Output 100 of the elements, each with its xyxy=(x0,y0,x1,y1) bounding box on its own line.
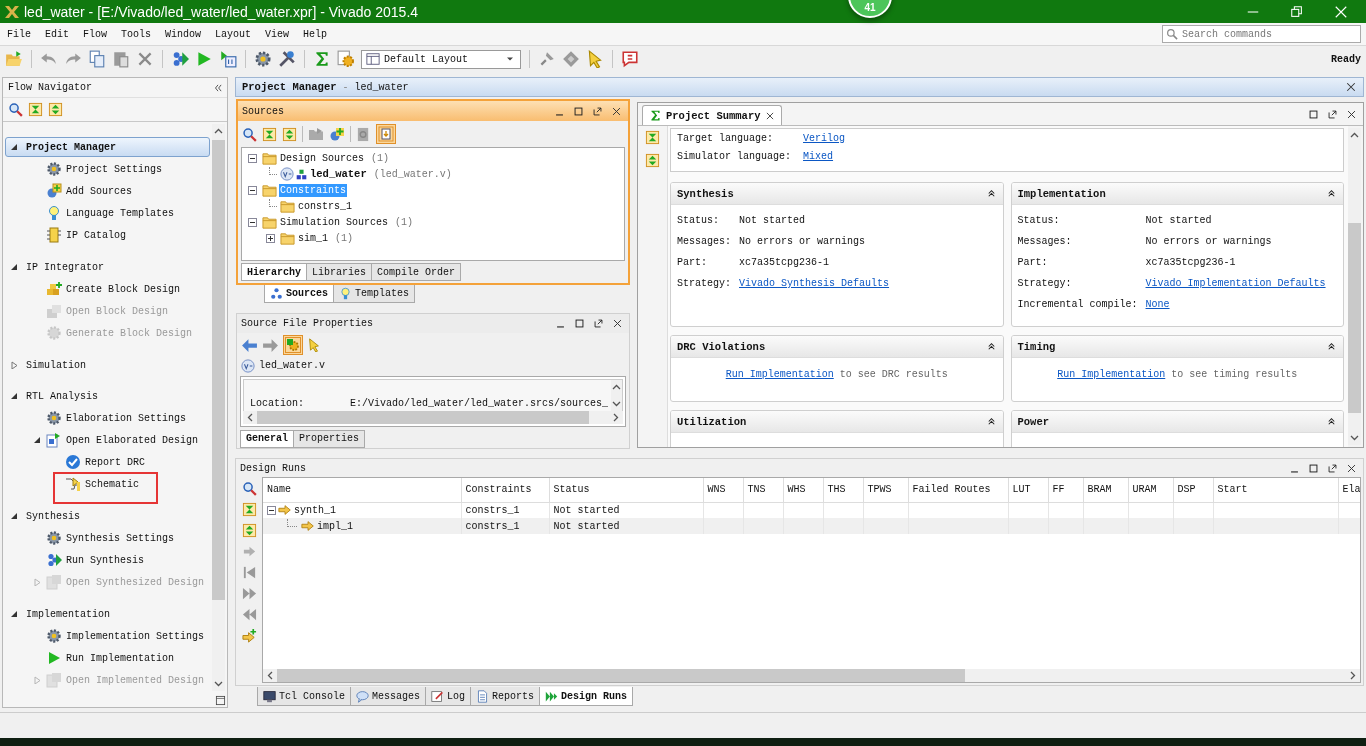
delete-icon[interactable] xyxy=(136,50,154,68)
maximize-icon[interactable] xyxy=(574,318,585,330)
column-header[interactable]: TNS xyxy=(743,478,783,502)
view-tab[interactable]: Compile Order xyxy=(371,263,462,281)
settings-icon[interactable] xyxy=(254,50,272,68)
close-icon[interactable] xyxy=(1345,81,1357,93)
tree-node[interactable]: sim_1 xyxy=(297,231,329,245)
tree-node[interactable]: constrs_1 xyxy=(297,199,353,213)
menu-item[interactable]: Layout xyxy=(208,28,259,40)
nav-item[interactable]: Implementation Settings xyxy=(3,625,212,647)
paste-icon[interactable] xyxy=(112,50,130,68)
nav-item[interactable]: IP Catalog xyxy=(3,224,212,246)
close-icon[interactable] xyxy=(1346,108,1357,120)
vertical-scrollbar[interactable] xyxy=(212,124,225,691)
scroll-down-icon[interactable] xyxy=(214,679,223,688)
scroll-right-icon[interactable] xyxy=(1348,671,1357,680)
document-icon[interactable] xyxy=(356,126,371,142)
maximize-icon[interactable] xyxy=(1308,108,1319,120)
column-header[interactable]: WHS xyxy=(783,478,823,502)
properties-tab[interactable]: General xyxy=(240,430,294,448)
expanded-arrow-icon[interactable] xyxy=(10,392,18,400)
float-icon[interactable] xyxy=(592,105,603,117)
collapse-icon[interactable] xyxy=(1326,188,1337,199)
pin-icon[interactable] xyxy=(538,50,556,68)
tree-node[interactable]: Design Sources xyxy=(279,151,365,165)
menu-item[interactable]: Window xyxy=(158,28,209,40)
menu-item[interactable]: Tools xyxy=(114,28,159,40)
search-icon[interactable] xyxy=(242,126,257,142)
minus-box-icon[interactable] xyxy=(247,217,257,227)
link[interactable]: Run Implementation xyxy=(1057,369,1166,380)
gear-icon[interactable] xyxy=(337,50,355,68)
menu-item[interactable]: View xyxy=(258,28,297,40)
collapse-all-icon[interactable] xyxy=(645,130,660,145)
section-header[interactable]: Implementation xyxy=(5,604,210,624)
scroll-left-icon[interactable] xyxy=(266,671,275,680)
properties-tab[interactable]: Properties xyxy=(293,430,366,448)
table-row[interactable]: impl_1 constrs_1 Not started xyxy=(263,518,1360,534)
column-header[interactable]: Failed Routes xyxy=(908,478,1008,502)
section-header[interactable]: IP Integrator xyxy=(5,257,210,277)
restore-icon[interactable] xyxy=(215,695,226,706)
scroll-right-icon[interactable] xyxy=(611,413,620,422)
link[interactable]: Run Implementation xyxy=(725,369,834,380)
collapse-all-icon[interactable] xyxy=(262,126,277,142)
nav-item[interactable]: Create Block Design xyxy=(3,278,212,300)
view-tab[interactable]: Libraries xyxy=(306,263,373,281)
document-icon[interactable] xyxy=(378,126,394,142)
panel-tab[interactable]: Messages xyxy=(350,687,427,706)
menu-item[interactable]: Edit xyxy=(38,28,77,40)
collapse-icon[interactable] xyxy=(1326,341,1337,352)
search-icon[interactable] xyxy=(8,102,23,117)
section-header[interactable]: Project Manager xyxy=(5,137,210,157)
link[interactable]: Vivado Implementation Defaults xyxy=(1145,278,1337,289)
panel-tab[interactable]: Reports xyxy=(470,687,541,706)
link[interactable]: Vivado Synthesis Defaults xyxy=(739,278,997,289)
panel-tab[interactable]: Log xyxy=(425,687,472,706)
search-field[interactable]: Search commands xyxy=(1162,25,1361,43)
restore-icon[interactable] xyxy=(1290,4,1304,19)
tools-icon[interactable] xyxy=(278,50,296,68)
close-icon[interactable] xyxy=(612,318,623,330)
copy-icon[interactable] xyxy=(88,50,106,68)
column-header[interactable]: WNS xyxy=(703,478,743,502)
close-icon[interactable] xyxy=(1346,462,1357,474)
maximize-icon[interactable] xyxy=(573,105,584,117)
column-header[interactable]: DSP xyxy=(1173,478,1213,502)
column-header[interactable]: BRAM xyxy=(1083,478,1128,502)
column-header[interactable]: THS xyxy=(823,478,863,502)
nav-item[interactable]: Run Implementation xyxy=(3,647,212,669)
panel-tab[interactable]: Design Runs xyxy=(539,687,634,706)
nav-item[interactable]: Run Synthesis xyxy=(3,549,212,571)
column-header[interactable]: Start xyxy=(1213,478,1338,502)
layout-dropdown[interactable]: Default Layout xyxy=(361,49,521,69)
document-tab[interactable]: Project Summary xyxy=(642,105,782,125)
scroll-up-icon[interactable] xyxy=(214,127,223,136)
maximize-icon[interactable] xyxy=(1308,462,1319,474)
scroll-down-icon[interactable] xyxy=(612,399,621,408)
column-header[interactable]: TPWS xyxy=(863,478,908,502)
nav-item[interactable]: Synthesis Settings xyxy=(3,527,212,549)
message-icon[interactable] xyxy=(621,50,639,68)
collapse-all-icon[interactable] xyxy=(28,102,43,117)
scroll-up-icon[interactable] xyxy=(1350,131,1359,140)
expanded-arrow-icon[interactable] xyxy=(10,512,18,520)
collapsed-arrow-icon[interactable] xyxy=(10,361,18,369)
link[interactable]: Verilog xyxy=(803,133,846,144)
cursor-icon[interactable] xyxy=(586,50,604,68)
scroll-down-icon[interactable] xyxy=(1350,433,1359,442)
expand-all-icon[interactable] xyxy=(48,102,63,117)
view-tab[interactable]: Hierarchy xyxy=(241,263,307,281)
tree-node[interactable]: Simulation Sources xyxy=(279,215,390,229)
collapse-icon[interactable] xyxy=(1326,416,1337,427)
horizontal-scrollbar[interactable] xyxy=(263,669,1360,682)
run-icon[interactable] xyxy=(171,50,189,68)
tree-node[interactable]: led_water xyxy=(309,167,368,181)
scroll-left-icon[interactable] xyxy=(246,413,255,422)
panel-tab[interactable]: Sources xyxy=(264,285,334,303)
nav-item[interactable]: Open Elaborated Design xyxy=(3,429,212,451)
nav-item[interactable]: Add Sources xyxy=(3,180,212,202)
search-icon[interactable] xyxy=(241,481,257,496)
close-icon[interactable] xyxy=(611,105,622,117)
plus-box-icon[interactable] xyxy=(265,233,275,243)
column-header[interactable]: Status xyxy=(549,478,703,502)
